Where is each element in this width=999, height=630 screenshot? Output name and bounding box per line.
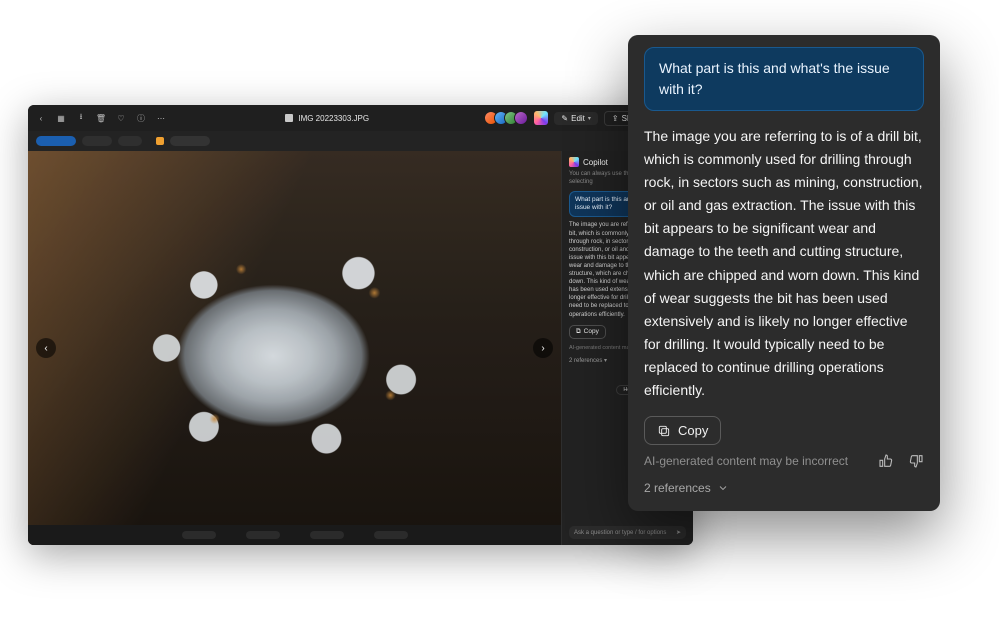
back-icon[interactable]: ‹ [36, 113, 46, 123]
copy-label: Copy [584, 328, 599, 335]
delete-icon[interactable]: 🗑 [96, 113, 106, 123]
copilot-logo-icon [569, 157, 579, 167]
chevron-down-icon [717, 482, 729, 494]
footer-control[interactable] [374, 531, 408, 539]
ribbon-tabs [28, 131, 693, 151]
more-icon[interactable]: ⋯ [156, 113, 166, 123]
ribbon-tab[interactable] [36, 136, 76, 146]
viewer-footer [28, 525, 561, 545]
footer-control[interactable] [182, 531, 216, 539]
download-icon[interactable]: ⭳ [76, 113, 86, 123]
copilot-title: Copilot [583, 158, 608, 167]
thumbs-up-icon[interactable] [878, 453, 894, 469]
disclaimer-row: AI-generated content may be incorrect [628, 453, 940, 475]
workarea: ‹ › Copilot You can always use the sugge… [28, 151, 693, 545]
ribbon-tab[interactable] [82, 136, 112, 146]
next-image-button[interactable]: › [533, 338, 553, 358]
presence-avatars[interactable] [488, 111, 528, 125]
footer-control[interactable] [310, 531, 344, 539]
copilot-icon[interactable] [534, 111, 548, 125]
copy-icon: ⧉ [576, 328, 581, 336]
copilot-response: The image you are referring to is of a d… [644, 125, 924, 402]
file-type-icon [285, 114, 293, 122]
image-viewer: ‹ › [28, 151, 561, 545]
breadcrumb[interactable] [170, 136, 210, 146]
edit-button[interactable]: ✎ Edit ▾ [554, 112, 598, 125]
copilot-input[interactable]: Ask a question or type / for options ➤ [569, 526, 686, 539]
copy-label: Copy [678, 423, 708, 438]
thumbs-down-icon[interactable] [908, 453, 924, 469]
references-toggle[interactable]: 2 references [628, 475, 940, 505]
chevron-down-icon: ▾ [588, 115, 591, 122]
drill-bit-photo [28, 151, 561, 545]
copy-button[interactable]: ⧉ Copy [569, 325, 606, 339]
favorite-icon[interactable]: ♡ [116, 113, 126, 123]
ai-disclaimer: AI-generated content may be incorrect [644, 454, 848, 468]
edit-label: Edit [571, 114, 585, 123]
copy-icon [657, 424, 671, 438]
previous-image-button[interactable]: ‹ [36, 338, 56, 358]
filename-text: IMG 20223303.JPG [298, 114, 369, 123]
ribbon-tab[interactable] [118, 136, 142, 146]
footer-control[interactable] [246, 531, 280, 539]
copy-button[interactable]: Copy [644, 416, 721, 445]
folder-icon [156, 137, 164, 145]
copilot-callout-panel: What part is this and what's the issue w… [628, 35, 940, 511]
onedrive-viewer-window: ‹ ▦ ⭳ 🗑 ♡ ⓘ ⋯ IMG 20223303.JPG ✎ Edit ▾ [28, 105, 693, 545]
references-label: 2 references [644, 481, 711, 495]
grid-icon[interactable]: ▦ [56, 113, 66, 123]
info-icon[interactable]: ⓘ [136, 113, 146, 123]
titlebar-left: ‹ ▦ ⭳ 🗑 ♡ ⓘ ⋯ [36, 113, 166, 123]
avatar[interactable] [514, 111, 528, 125]
titlebar-filename: IMG 20223303.JPG [285, 114, 369, 123]
pencil-icon: ✎ [561, 114, 568, 123]
user-question-bubble: What part is this and what's the issue w… [644, 47, 924, 111]
send-icon[interactable]: ➤ [676, 529, 681, 536]
copilot-input-placeholder: Ask a question or type / for options [574, 530, 666, 536]
references-label: 2 references [569, 358, 602, 364]
titlebar: ‹ ▦ ⭳ 🗑 ♡ ⓘ ⋯ IMG 20223303.JPG ✎ Edit ▾ [28, 105, 693, 131]
share-icon: ⇪ [612, 114, 619, 123]
